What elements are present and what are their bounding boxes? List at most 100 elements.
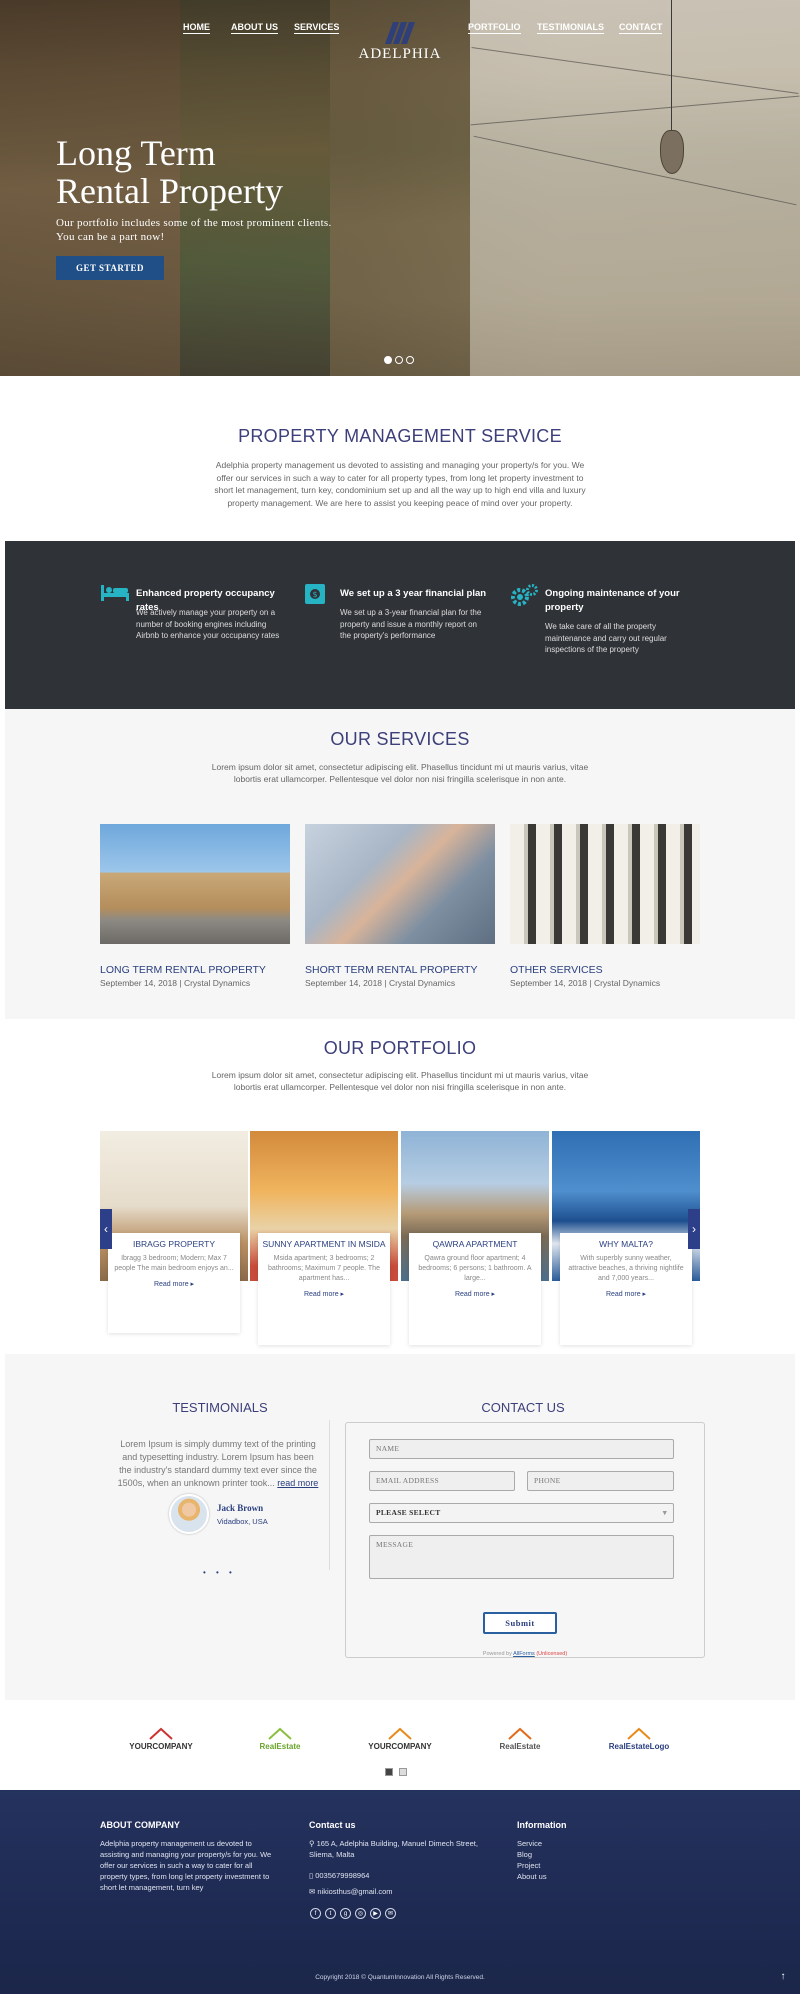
testimonials-contact-section: TESTIMONIALS Lorem Ipsum is simply dummy… (5, 1354, 795, 1700)
read-more-link[interactable]: read more (277, 1478, 318, 1488)
client-logo: RealEstate (475, 1726, 565, 1766)
hero-slider: HOME ABOUT US SERVICES ADELPHIA PORTFOLI… (0, 0, 800, 376)
service-card[interactable]: OTHER SERVICES September 14, 2018 | Crys… (510, 824, 700, 988)
testimonial-location: Vidadbox, USA (217, 1517, 268, 1526)
powered-by: Powered by AllForms (Unlicensed) (482, 1651, 568, 1657)
gears-icon (509, 583, 539, 607)
money-icon: $ (304, 583, 334, 607)
columns-image (510, 824, 700, 944)
church-image (100, 824, 290, 944)
house-roof-icon (508, 1727, 532, 1740)
prev-arrow-icon[interactable]: ‹ (100, 1209, 112, 1249)
slider-dots (384, 356, 414, 364)
portfolio-card[interactable]: IBRAGG PROPERTY Ibragg 3 bedroom; Modern… (100, 1131, 248, 1346)
mail-icon[interactable]: ✉ (385, 1908, 396, 1919)
social-links: f t g ◎ ▶ ✉ (310, 1908, 396, 1919)
message-field[interactable]: Message (369, 1535, 674, 1579)
svg-text:$: $ (312, 590, 317, 599)
section-title: PROPERTY MANAGEMENT SERVICE (238, 426, 562, 446)
nav-portfolio[interactable]: PORTFOLIO (468, 22, 521, 34)
submit-button[interactable]: Submit (483, 1612, 557, 1634)
testimonials-title: TESTIMONIALS (172, 1400, 268, 1415)
site-logo[interactable]: ADELPHIA (358, 22, 442, 68)
nav-services[interactable]: SERVICES (294, 22, 340, 34)
house-roof-icon (149, 1727, 173, 1740)
slide-dot[interactable] (399, 1768, 407, 1776)
house-roof-icon (627, 1727, 651, 1740)
portfolio-card[interactable]: SUNNY APARTMENT IN MSIDA Msida apartment… (250, 1131, 398, 1346)
nav-about[interactable]: ABOUT US (231, 22, 278, 34)
copyright: Copyright 2018 © QuantumInnovation All R… (315, 1974, 485, 1981)
nav-contact[interactable]: CONTACT (619, 22, 663, 34)
footer: ABOUT COMPANY Adelphia property manageme… (0, 1790, 800, 1994)
testimonial-dots[interactable]: • • • (203, 1568, 236, 1577)
section-text: Adelphia property management us devoted … (214, 460, 586, 508)
hero-subtitle: Our portfolio includes some of the most … (56, 217, 332, 243)
divider (329, 1420, 330, 1570)
slide-dot[interactable] (384, 356, 392, 364)
footer-link-blog[interactable]: Blog (517, 1849, 532, 1860)
client-logo: YOURCOMPANY (355, 1726, 445, 1766)
instagram-icon[interactable]: ◎ (355, 1908, 366, 1919)
footer-link-project[interactable]: Project (517, 1860, 540, 1871)
read-more-link[interactable]: Read more ▸ (409, 1290, 541, 1298)
footer-link-about[interactable]: About us (517, 1871, 547, 1882)
email-field[interactable]: Email Address (369, 1471, 515, 1491)
subject-select[interactable]: Please select ▾ (369, 1503, 674, 1523)
twitter-icon[interactable]: t (325, 1908, 336, 1919)
read-more-link[interactable]: Read more ▸ (258, 1290, 390, 1298)
testimonial-quote: Lorem Ipsum is simply dummy text of the … (117, 1439, 319, 1488)
nav-testimonials[interactable]: TESTIMONIALS (537, 22, 604, 34)
hero-title: Long Term Rental Property (56, 133, 283, 211)
map-marker-icon: ⚲ (309, 1839, 317, 1848)
logo-mark-icon (384, 22, 416, 44)
section-text: Lorem ipsum dolor sit amet, consectetur … (211, 762, 589, 784)
name-field[interactable]: Name (369, 1439, 674, 1459)
footer-email[interactable]: ✉ nikiosthus@gmail.com (309, 1886, 479, 1897)
facebook-icon[interactable]: f (310, 1908, 321, 1919)
client-logo: RealEstateLogo (594, 1726, 684, 1766)
bed-icon (100, 583, 130, 607)
testimonial-author: Jack Brown (217, 1503, 264, 1513)
client-logo: RealEstate (235, 1726, 325, 1766)
arrow-up-icon[interactable]: ↑ (776, 1970, 790, 1984)
service-card[interactable]: SHORT TERM RENTAL PROPERTY September 14,… (305, 824, 495, 988)
google-plus-icon[interactable]: g (340, 1908, 351, 1919)
house-roof-icon (268, 1727, 292, 1740)
section-text: Lorem ipsum dolor sit amet, consectetur … (211, 1070, 589, 1092)
features-band: Enhanced property occupancy rates We act… (5, 541, 795, 709)
client-logo: YOURCOMPANY (116, 1726, 206, 1766)
get-started-button[interactable]: GET STARTED (56, 256, 164, 280)
read-more-link[interactable]: Read more ▸ (560, 1290, 692, 1298)
phone-field[interactable]: Phone (527, 1471, 674, 1491)
footer-phone[interactable]: ▯ 0035679998964 (309, 1870, 479, 1881)
property-management-section: PROPERTY MANAGEMENT SERVICE Adelphia pro… (0, 376, 800, 541)
key-handover-image (305, 824, 495, 944)
section-title: OUR SERVICES (330, 729, 470, 749)
nav-home[interactable]: HOME (183, 22, 210, 34)
next-arrow-icon[interactable]: › (688, 1209, 700, 1249)
portfolio-section: OUR PORTFOLIO Lorem ipsum dolor sit amet… (0, 1019, 800, 1354)
footer-address: ⚲ 165 A, Adelphia Building, Manuel Dimec… (309, 1839, 478, 1859)
section-title: OUR PORTFOLIO (323, 1038, 477, 1058)
portfolio-card[interactable]: WHY MALTA? With superbly sunny weather, … (552, 1131, 700, 1346)
slide-dot[interactable] (385, 1768, 393, 1776)
footer-about-text: Adelphia property management us devoted … (100, 1839, 272, 1892)
slide-dot[interactable] (406, 356, 414, 364)
portfolio-card[interactable]: QAWRA APARTMENT Qawra ground floor apart… (401, 1131, 549, 1346)
footer-info-title: Information (517, 1820, 567, 1830)
services-section: OUR SERVICES Lorem ipsum dolor sit amet,… (5, 709, 795, 1019)
youtube-icon[interactable]: ▶ (370, 1908, 381, 1919)
footer-link-service[interactable]: Service (517, 1838, 542, 1849)
service-card[interactable]: LONG TERM RENTAL PROPERTY September 14, … (100, 824, 290, 988)
contact-title: CONTACT US (481, 1400, 565, 1415)
street-lamp (660, 130, 684, 174)
client-logos: YOURCOMPANY RealEstate YOURCOMPANY RealE… (0, 1700, 800, 1790)
read-more-link[interactable]: Read more ▸ (108, 1280, 240, 1288)
slide-dot[interactable] (395, 356, 403, 364)
footer-contact-title: Contact us (309, 1820, 356, 1830)
avatar (169, 1494, 209, 1534)
house-roof-icon (388, 1727, 412, 1740)
footer-about-title: ABOUT COMPANY (100, 1820, 180, 1830)
contact-form: Name Email Address Phone Please select ▾… (345, 1422, 705, 1658)
